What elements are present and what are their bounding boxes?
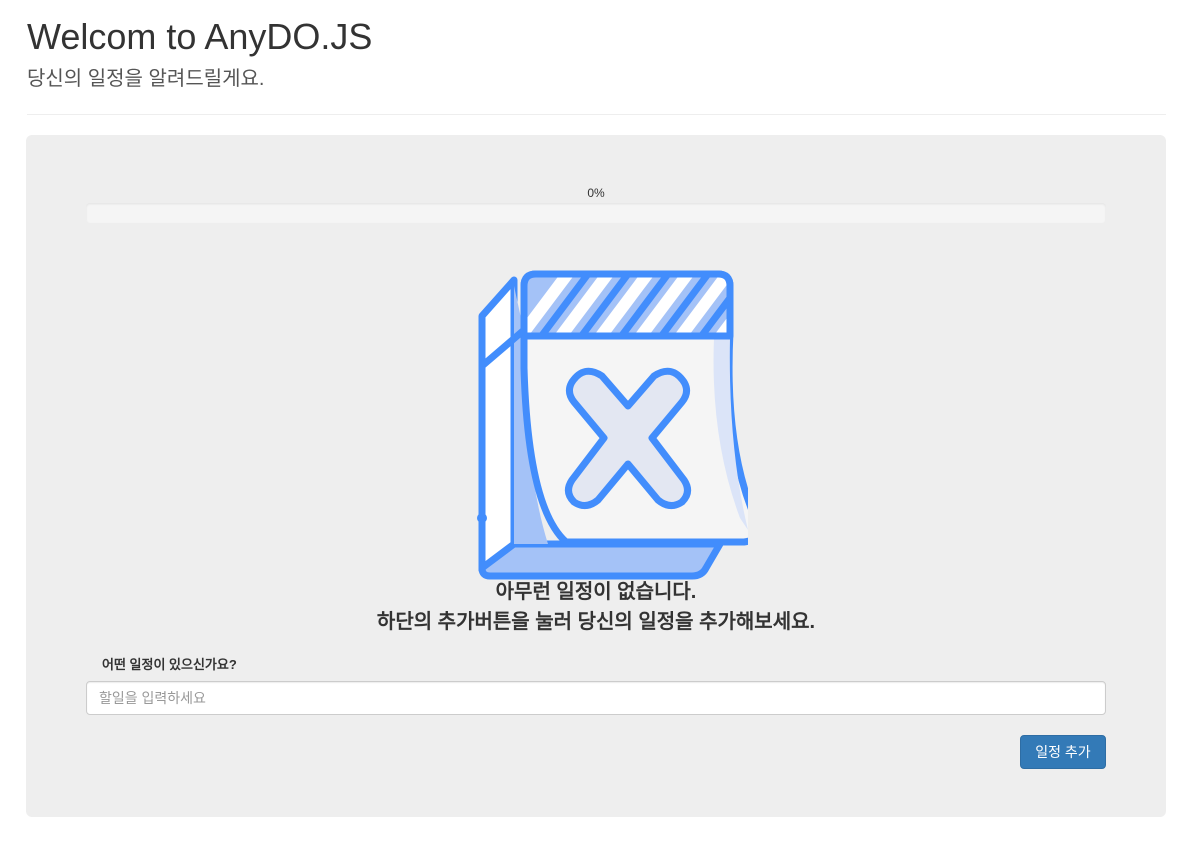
progress-bar bbox=[86, 203, 1106, 223]
empty-state-message: 아무런 일정이 없습니다. 하단의 추가버튼을 눌러 당신의 일정을 추가해보세… bbox=[26, 577, 1166, 637]
page: Welcom to AnyDO.JS 당신의 일정을 알려드릴게요. 0% 아무… bbox=[0, 0, 1198, 842]
page-header: Welcom to AnyDO.JS 당신의 일정을 알려드릴게요. bbox=[27, 14, 1166, 92]
todo-panel: 0% 아무런 일정이 없습니다. 하단의 추가버튼을 눌러 당신의 일정을 추가… bbox=[26, 135, 1166, 817]
page-title: Welcom to AnyDO.JS bbox=[27, 16, 373, 57]
todo-input[interactable] bbox=[86, 681, 1106, 715]
empty-state-line-1: 아무런 일정이 없습니다. bbox=[495, 581, 697, 603]
page-subtitle: 당신의 일정을 알려드릴게요. bbox=[27, 68, 265, 90]
progress-label: 0% bbox=[587, 186, 605, 200]
calendar-x-icon bbox=[448, 268, 761, 580]
header-divider bbox=[27, 114, 1166, 115]
todo-input-label: 어떤 일정이 있으신가요? bbox=[102, 657, 237, 672]
empty-state-line-2: 하단의 추가버튼을 눌러 당신의 일정을 추가해보세요. bbox=[376, 611, 816, 633]
add-todo-button[interactable]: 일정 추가 bbox=[1020, 735, 1106, 769]
